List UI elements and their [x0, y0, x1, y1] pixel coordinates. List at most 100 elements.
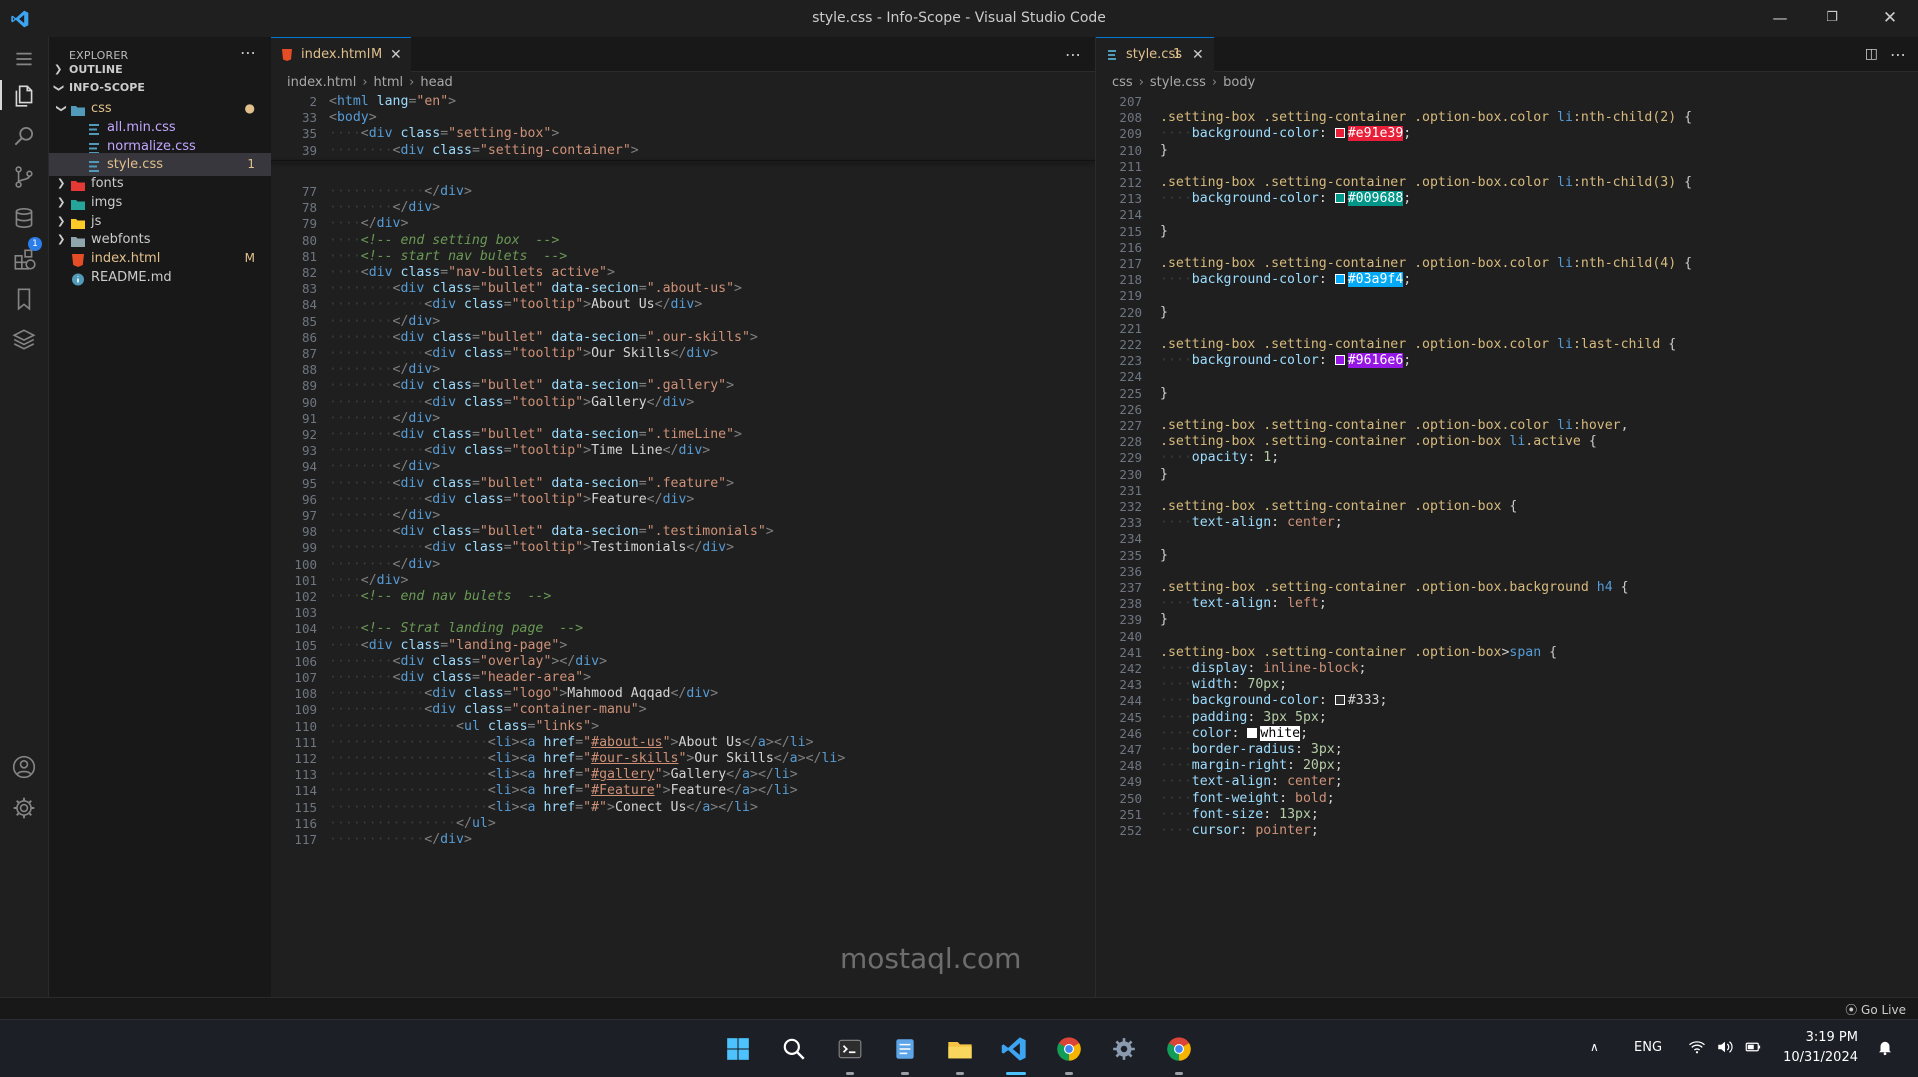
code-line[interactable]: 83 ········<div class="bullet" data-secio…	[271, 281, 1095, 297]
code-line[interactable]: 246 ····color: white;	[1096, 725, 1918, 742]
account-icon[interactable]	[10, 753, 38, 781]
code-line[interactable]: 226	[1096, 402, 1918, 418]
code-line[interactable]: 207	[1096, 94, 1918, 110]
breadcrumb-item[interactable]: css	[1112, 75, 1133, 90]
code-line[interactable]: 228 .setting-box .setting-container .opti…	[1096, 434, 1918, 450]
code-line[interactable]: 209 ····background-color: #e91e39;	[1096, 126, 1918, 142]
code-line[interactable]: 213 ····background-color: #009688;	[1096, 191, 1918, 207]
source-control-icon[interactable]	[10, 163, 38, 191]
code-line[interactable]: 214	[1096, 207, 1918, 223]
code-line[interactable]: 215}	[1096, 224, 1918, 240]
notification-bell-icon[interactable]	[1876, 1038, 1894, 1077]
code-line[interactable]: 110 ················<ul class="links">	[271, 719, 1095, 735]
color-swatch[interactable]	[1334, 355, 1345, 366]
code-line[interactable]: 82 ····<div class="nav-bullets active">	[271, 265, 1095, 281]
code-line[interactable]: 89 ········<div class="bullet" data-secio…	[271, 378, 1095, 394]
file-explorer-icon[interactable]	[944, 1033, 976, 1065]
code-line[interactable]: 115 ····················<li><a href="#">C…	[271, 800, 1095, 816]
code-line[interactable]: 94 ········</div>	[271, 459, 1095, 475]
code-line[interactable]: 113 ····················<li><a href="#gal…	[271, 767, 1095, 783]
tray-chevron-icon[interactable]: ∧	[1590, 1040, 1599, 1077]
breadcrumb-item[interactable]: head	[420, 75, 452, 90]
tab-style-css[interactable]: style.css 1 ✕	[1096, 37, 1214, 72]
breadcrumb-item[interactable]: index.html	[287, 75, 356, 90]
code-line[interactable]: 78 ········</div>	[271, 200, 1095, 216]
wifi-icon[interactable]	[1688, 1038, 1706, 1077]
close-window-button[interactable]: ✕	[1874, 6, 1906, 30]
code-line[interactable]: 102 ····<!-- end nav bulets -->	[271, 589, 1095, 605]
restore-button[interactable]: ❐	[1816, 6, 1848, 30]
code-line[interactable]: 97 ········</div>	[271, 508, 1095, 524]
tree-item-readme-md[interactable]: README.md	[49, 266, 271, 289]
chrome-profile-icon[interactable]	[1163, 1033, 1195, 1065]
search-icon[interactable]	[10, 122, 38, 150]
tab-index-html[interactable]: index.html M ✕	[271, 37, 411, 72]
code-line[interactable]: 210}	[1096, 143, 1918, 159]
code-line[interactable]: 103	[271, 605, 1095, 621]
code-line[interactable]: 218 ····background-color: #03a9f4;	[1096, 272, 1918, 288]
code-line[interactable]: 234	[1096, 531, 1918, 547]
volume-icon[interactable]	[1716, 1038, 1734, 1077]
code-line[interactable]: 90 ············<div class="tooltip">Galle…	[271, 395, 1095, 411]
code-line[interactable]: 80 ····<!-- end setting box -->	[271, 233, 1095, 249]
code-line[interactable]: 223 ····background-color: #9616e6;	[1096, 353, 1918, 369]
code-line[interactable]: 93 ············<div class="tooltip">Time …	[271, 443, 1095, 459]
code-line[interactable]: 242 ····display: inline-block;	[1096, 661, 1918, 677]
sticky-scroll-line[interactable]: 39 ········<div class="setting-container"…	[271, 143, 1095, 159]
code-line[interactable]: 107 ········<div class="header-area">	[271, 670, 1095, 686]
code-line[interactable]: 249 ····text-align: center;	[1096, 774, 1918, 790]
code-line[interactable]: 244 ····background-color: #333;	[1096, 693, 1918, 709]
layers-icon[interactable]	[10, 325, 38, 353]
terminal-icon[interactable]	[834, 1033, 866, 1065]
code-line[interactable]: 98 ········<div class="bullet" data-secio…	[271, 524, 1095, 540]
html-code-editor[interactable]: 2 <html lang="en"> 33 <body> 35 ····<div clas…	[271, 94, 1095, 997]
tab-close-icon[interactable]: ✕	[390, 38, 402, 72]
code-line[interactable]: 231	[1096, 483, 1918, 499]
code-line[interactable]: 116 ················</ul>	[271, 816, 1095, 832]
editor-more-icon[interactable]: ⋯	[1890, 37, 1906, 72]
vscode-taskbar-icon[interactable]	[998, 1033, 1030, 1065]
code-line[interactable]: 99 ············<div class="tooltip">Testi…	[271, 540, 1095, 556]
code-line[interactable]: 252 ····cursor: pointer;	[1096, 823, 1918, 839]
editor-more-icon[interactable]: ⋯	[1065, 37, 1081, 72]
code-line[interactable]: 217 .setting-box .setting-container .opti…	[1096, 256, 1918, 272]
code-line[interactable]: 96 ············<div class="tooltip">Featu…	[271, 492, 1095, 508]
minimize-button[interactable]: —	[1764, 6, 1796, 30]
project-section[interactable]: ❯ INFO-SCOPE	[49, 77, 271, 99]
menu-icon[interactable]	[10, 45, 38, 73]
color-swatch[interactable]	[1334, 128, 1345, 139]
code-line[interactable]: 227 .setting-box .setting-container .opti…	[1096, 418, 1918, 434]
color-swatch[interactable]	[1334, 193, 1345, 204]
code-line[interactable]: 251 ····font-size: 13px;	[1096, 807, 1918, 823]
breadcrumb-item[interactable]: style.css	[1150, 75, 1206, 90]
taskbar-search-icon[interactable]	[778, 1033, 810, 1065]
code-line[interactable]: 92 ········<div class="bullet" data-secio…	[271, 427, 1095, 443]
code-line[interactable]: 106 ········<div class="overlay"></div>	[271, 654, 1095, 670]
code-line[interactable]: 237 .setting-box .setting-container .opti…	[1096, 580, 1918, 596]
code-line[interactable]: 79 ····</div>	[271, 216, 1095, 232]
code-line[interactable]: 112 ····················<li><a href="#our…	[271, 751, 1095, 767]
code-line[interactable]: 211	[1096, 159, 1918, 175]
code-line[interactable]: 87 ············<div class="tooltip">Our S…	[271, 346, 1095, 362]
code-line[interactable]: 81 ····<!-- start nav bulets -->	[271, 249, 1095, 265]
code-line[interactable]: 85 ········</div>	[271, 314, 1095, 330]
code-line[interactable]: 219	[1096, 288, 1918, 304]
code-line[interactable]: 216	[1096, 240, 1918, 256]
extensions-icon[interactable]	[10, 245, 38, 273]
color-swatch[interactable]	[1247, 727, 1258, 738]
breadcrumb-item[interactable]: html	[374, 75, 404, 90]
code-line[interactable]: 208 .setting-box .setting-container .opti…	[1096, 110, 1918, 126]
breadcrumb-item[interactable]: body	[1223, 75, 1255, 90]
code-line[interactable]: 235}	[1096, 548, 1918, 564]
code-line[interactable]: 105 ····<div class="landing-page">	[271, 638, 1095, 654]
code-line[interactable]: 212 .setting-box .setting-container .opti…	[1096, 175, 1918, 191]
css-code-editor[interactable]: 207 208 .setting-box .setting-container .o…	[1096, 94, 1918, 997]
settings-gear-icon[interactable]	[10, 794, 38, 822]
bookmark-icon[interactable]	[10, 285, 38, 313]
code-line[interactable]: 236	[1096, 564, 1918, 580]
code-line[interactable]: 248 ····margin-right: 20px;	[1096, 758, 1918, 774]
windows-start-icon[interactable]	[722, 1033, 754, 1065]
code-line[interactable]: 100 ········</div>	[271, 557, 1095, 573]
code-line[interactable]: 241 .setting-box .setting-container .opti…	[1096, 645, 1918, 661]
code-line[interactable]: 114 ····················<li><a href="#Fea…	[271, 783, 1095, 799]
